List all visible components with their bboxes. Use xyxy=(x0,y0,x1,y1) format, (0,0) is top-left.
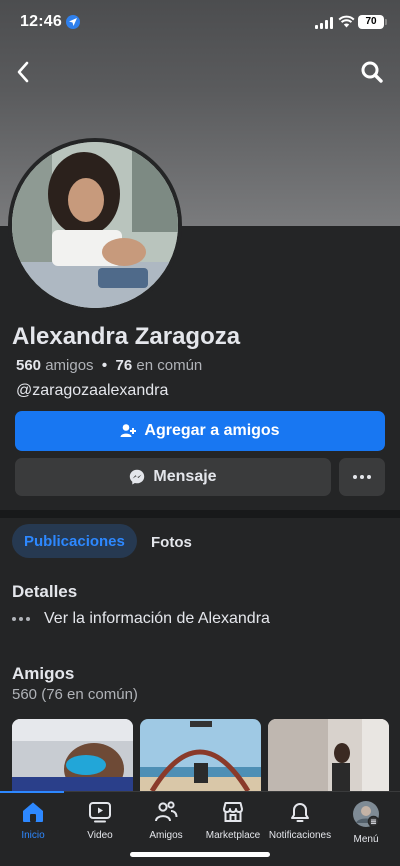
nav-label: Amigos xyxy=(149,830,183,841)
friends-word: amigos xyxy=(45,357,94,374)
details-heading: Detalles xyxy=(12,582,78,601)
messenger-icon xyxy=(130,469,145,485)
chevron-left-icon xyxy=(17,61,29,83)
profile-picture[interactable] xyxy=(8,138,182,312)
ellipsis-icon xyxy=(12,617,30,621)
details-info-link[interactable]: Ver la información de Alexandra xyxy=(12,610,270,628)
tab-fotos[interactable]: Fotos xyxy=(151,534,192,551)
friend-stats[interactable]: 560 amigos • 76 en común xyxy=(16,357,202,374)
profile-handle: @zaragozaalexandra xyxy=(16,382,169,399)
menu-avatar-icon xyxy=(353,801,380,828)
friend-thumbnail[interactable] xyxy=(268,719,389,791)
mutual-count: 76 xyxy=(115,357,133,374)
bell-icon xyxy=(291,803,309,822)
profile-name: Alexandra Zaragoza xyxy=(12,323,241,350)
video-icon xyxy=(89,802,111,823)
marketplace-icon xyxy=(223,802,243,822)
friend-photo-image xyxy=(12,719,133,791)
nav-label: Video xyxy=(87,830,113,841)
tab-publicaciones[interactable]: Publicaciones xyxy=(12,524,137,558)
profile-photo-image xyxy=(12,142,178,308)
more-options-button[interactable] xyxy=(339,458,385,496)
friends-count: 560 xyxy=(16,357,42,374)
friends-icon xyxy=(155,801,178,822)
active-tab-indicator xyxy=(0,791,64,793)
home-indicator[interactable] xyxy=(130,852,270,857)
message-button[interactable]: Mensaje xyxy=(15,458,331,496)
friends-count-summary: 560 (76 en común) xyxy=(12,686,138,703)
friend-thumbnail[interactable] xyxy=(140,719,261,791)
message-label: Mensaje xyxy=(153,468,217,485)
signal-icon xyxy=(315,17,333,29)
add-friend-label: Agregar a amigos xyxy=(144,422,280,439)
mutual-word: en común xyxy=(136,357,203,374)
wifi-icon xyxy=(338,15,355,28)
back-button[interactable] xyxy=(10,58,38,86)
friend-photo-image xyxy=(140,719,261,791)
nav-label: Menú xyxy=(353,834,379,845)
status-time: 12:46 xyxy=(20,13,62,30)
nav-label: Marketplace xyxy=(205,830,261,841)
battery-icon: 70 xyxy=(358,15,387,29)
friend-thumbnail[interactable] xyxy=(12,719,133,791)
details-info-label: Ver la información de Alexandra xyxy=(44,610,270,627)
home-icon xyxy=(23,802,43,822)
nav-label: Notificaciones xyxy=(268,830,332,841)
location-icon xyxy=(66,15,80,29)
search-button[interactable] xyxy=(358,58,386,86)
friend-photo-image xyxy=(268,719,389,791)
section-divider xyxy=(0,510,400,518)
stats-separator: • xyxy=(101,357,108,374)
nav-label: Inicio xyxy=(21,830,45,841)
add-friend-button[interactable]: Agregar a amigos xyxy=(15,411,385,451)
friends-heading: Amigos xyxy=(12,664,75,683)
add-friend-icon xyxy=(120,424,137,437)
status-bar: 12:46 70 xyxy=(0,0,400,46)
search-icon xyxy=(361,61,383,83)
nav-menu[interactable]: Menú xyxy=(326,800,400,845)
more-dots-icon xyxy=(353,475,371,479)
